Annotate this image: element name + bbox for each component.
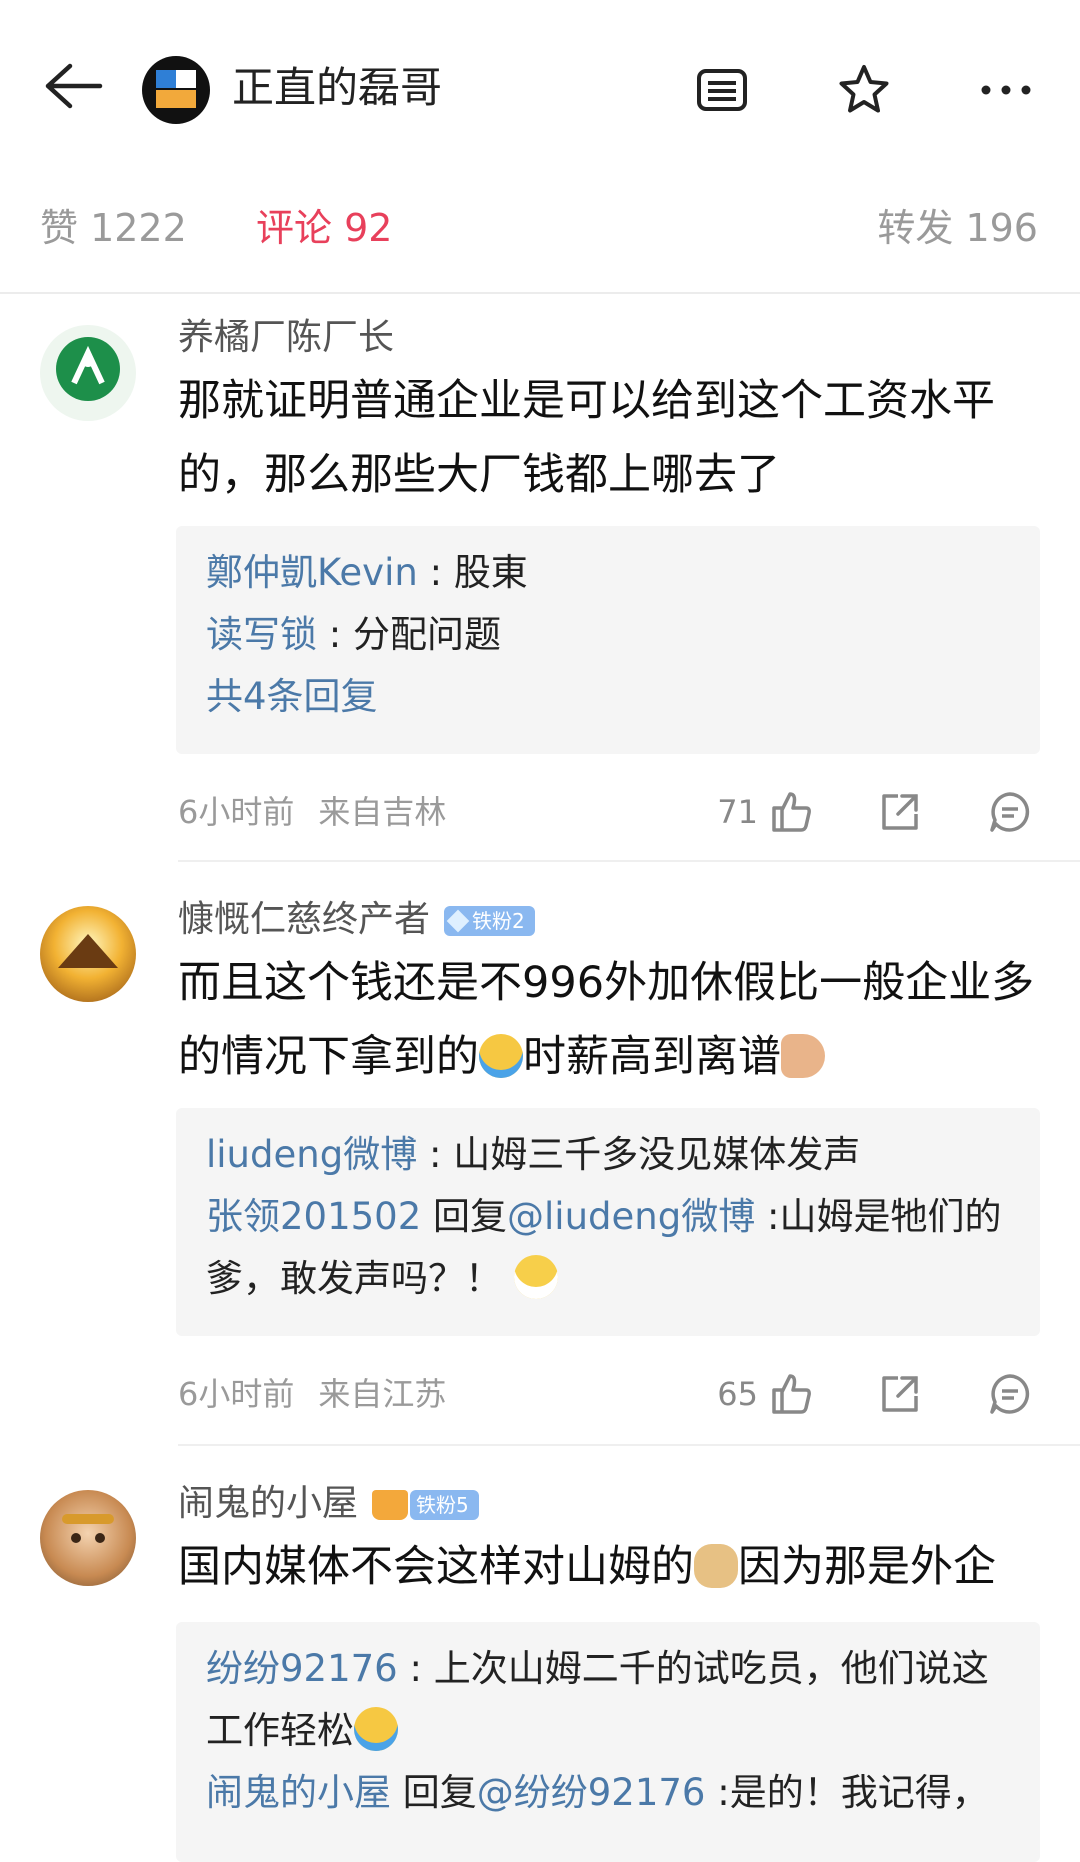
comment-divider — [178, 1444, 1080, 1446]
comment-icon[interactable] — [986, 1370, 1034, 1418]
like-icon[interactable] — [766, 788, 814, 836]
like-icon[interactable] — [766, 1370, 814, 1418]
comment-meta: 6小时前 来自吉林 — [178, 790, 446, 834]
reply-mention[interactable]: @纷纷92176 — [477, 1771, 706, 1814]
reply-line: 闹鬼的小屋 回复@纷纷92176 :是的！我记得， — [206, 1771, 989, 1814]
like-count: 71 — [717, 793, 758, 831]
reply-box[interactable]: 纷纷92176 : 上次山姆二千的试吃员，他们说这工作轻松 闹鬼的小屋 回复@纷… — [176, 1622, 1040, 1862]
reply-box[interactable]: 鄭仲凱Kevin : 股東 读写锁 : 分配问题 共4条回复 — [176, 526, 1040, 754]
list-icon[interactable] — [694, 62, 750, 118]
reply-line: 读写锁 : 分配问题 — [206, 613, 501, 656]
reply-mention[interactable]: @liudeng微博 — [507, 1195, 755, 1238]
reply-text: :是的！我记得， — [705, 1771, 989, 1814]
reply-username[interactable]: 鄭仲凱Kevin — [206, 551, 418, 594]
comment-divider — [178, 860, 1080, 862]
more-icon[interactable] — [978, 62, 1034, 118]
reply-box[interactable]: liudeng微博 : 山姆三千多没见媒体发声 张领201502 回复@liud… — [176, 1108, 1040, 1336]
author-name[interactable]: 正直的磊哥 — [232, 60, 442, 116]
crown-icon — [372, 1490, 409, 1520]
laughing-crying-emoji-icon — [479, 1033, 523, 1078]
reply-username[interactable]: 读写锁 — [206, 613, 317, 656]
tab-reposts[interactable]: 转发 196 — [877, 200, 1038, 256]
reply-line: liudeng微博 : 山姆三千多没见媒体发声 — [206, 1133, 861, 1176]
tabs-divider — [0, 292, 1080, 294]
author-avatar[interactable] — [142, 56, 210, 124]
comment-text: 国内媒体不会这样对山姆的 因为那是外企 — [178, 1542, 996, 1592]
comment-time: 6小时前 — [178, 793, 295, 831]
reply-username[interactable]: 闹鬼的小屋 — [206, 1771, 391, 1814]
user-avatar-icon — [56, 337, 120, 401]
laughing-crying-emoji-icon — [354, 1706, 398, 1751]
comment-meta: 6小时前 来自江苏 — [178, 1372, 446, 1416]
doge-emoji-icon — [694, 1543, 738, 1588]
user-avatar-icon — [62, 1514, 114, 1543]
tab-bar: 赞 1222 评论 92 转发 196 — [0, 200, 1080, 292]
like-count: 65 — [717, 1375, 758, 1413]
grinning-emoji-icon — [513, 1254, 558, 1299]
comment-username: 慷慨仁慈终产者 铁粉2 — [178, 896, 535, 944]
comment-username: 闹鬼的小屋 铁粉5 — [178, 1480, 479, 1528]
avatar[interactable] — [40, 906, 136, 1002]
reply-line: 张领201502 回复@liudeng微博 :山姆是牠们的爹，敢发声吗？！ — [206, 1195, 1002, 1300]
reply-username[interactable]: liudeng微博 — [206, 1133, 417, 1176]
reply-username[interactable]: 张领201502 — [206, 1195, 421, 1238]
top-bar: 正直的磊哥 — [0, 0, 1080, 180]
author-logo — [156, 70, 196, 108]
reply-line: 鄭仲凱Kevin : 股東 — [206, 551, 528, 594]
fan-badge: 铁粉5 — [410, 1490, 479, 1520]
user-avatar-icon — [58, 934, 118, 968]
reply-text: 山姆三千多没见媒体发声 — [453, 1133, 861, 1176]
comment-text: 那就证明普通企业是可以给到这个工资水平的，那么那些大厂钱都上哪去了 — [178, 376, 995, 500]
comment-time: 6小时前 — [178, 1375, 295, 1413]
reply-text: 分配问题 — [353, 613, 501, 656]
share-icon[interactable] — [876, 788, 924, 836]
comment-username[interactable]: 养橘厂陈厂长 — [178, 314, 394, 362]
comment-icon[interactable] — [986, 788, 1034, 836]
avatar[interactable] — [40, 325, 136, 421]
reply-text: 股東 — [453, 551, 528, 594]
tab-likes[interactable]: 赞 1222 — [40, 200, 187, 256]
fan-badge: 铁粉2 — [444, 906, 535, 936]
back-arrow-icon[interactable] — [40, 60, 104, 112]
view-all-replies-link[interactable]: 共4条回复 — [206, 666, 1010, 728]
reply-username[interactable]: 纷纷92176 — [206, 1647, 398, 1690]
reply-line: 纷纷92176 : 上次山姆二千的试吃员，他们说这工作轻松 — [206, 1647, 989, 1752]
comment-location: 来自江苏 — [318, 1375, 447, 1413]
comment-location: 来自吉林 — [318, 793, 447, 831]
comment-text: 而且这个钱还是不996外加休假比一般企业多的情况下拿到的 时薪高到离谱 — [178, 958, 1035, 1082]
star-icon[interactable] — [836, 62, 892, 118]
share-icon[interactable] — [876, 1370, 924, 1418]
thumbs-up-emoji-icon — [781, 1033, 825, 1078]
avatar[interactable] — [40, 1490, 136, 1586]
diamond-icon — [446, 909, 470, 932]
tab-comments[interactable]: 评论 92 — [256, 200, 392, 256]
